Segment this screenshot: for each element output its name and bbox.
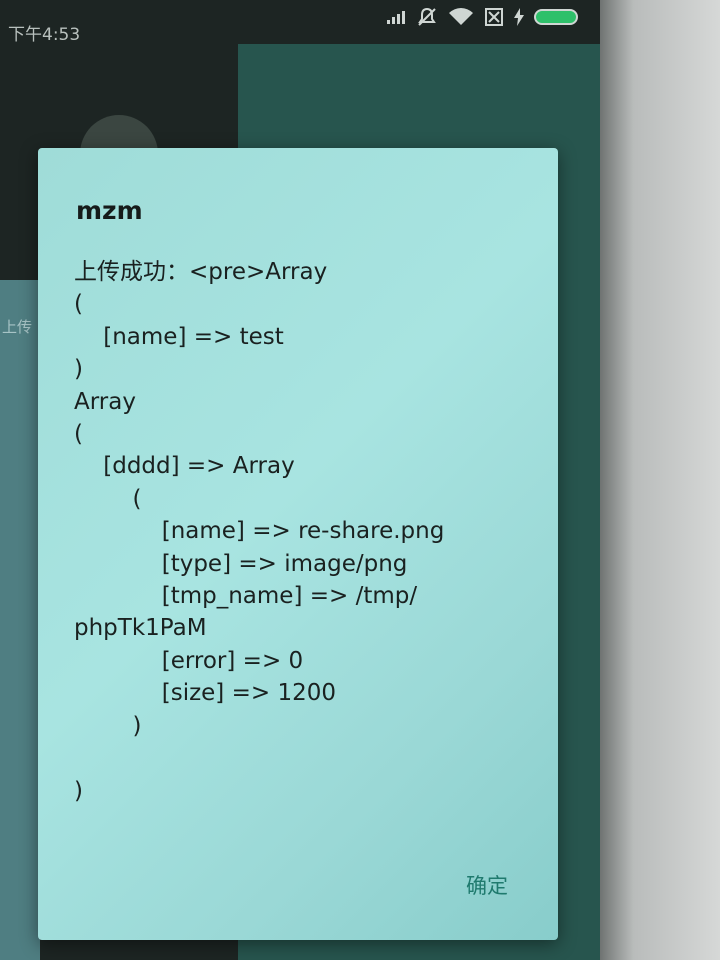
phone-frame: 下午4:53 上传 mzm 上传成功：<pre>Array ([name] =… [0,0,720,960]
status-bar: 下午4:53 [0,0,600,45]
dialog-title: mzm [76,196,143,225]
confirm-button[interactable]: 确定 [466,870,508,900]
battery-icon [534,9,578,25]
wifi-icon [448,7,474,27]
status-time: 下午4:53 [8,25,81,45]
status-icons [386,6,578,28]
alert-dialog: mzm 上传成功：<pre>Array ( [name] => test ) A… [38,148,558,940]
background-left-strip [0,280,40,960]
silent-icon [416,6,438,28]
background-partial-text: 上传 [2,318,33,336]
signal-icon [386,9,406,25]
sim-icon [484,7,504,27]
charging-icon [514,8,524,26]
dialog-message: 上传成功：<pre>Array ( [name] => test ) Array… [74,259,445,804]
screen: 下午4:53 上传 mzm 上传成功：<pre>Array ([name] =… [0,0,600,960]
